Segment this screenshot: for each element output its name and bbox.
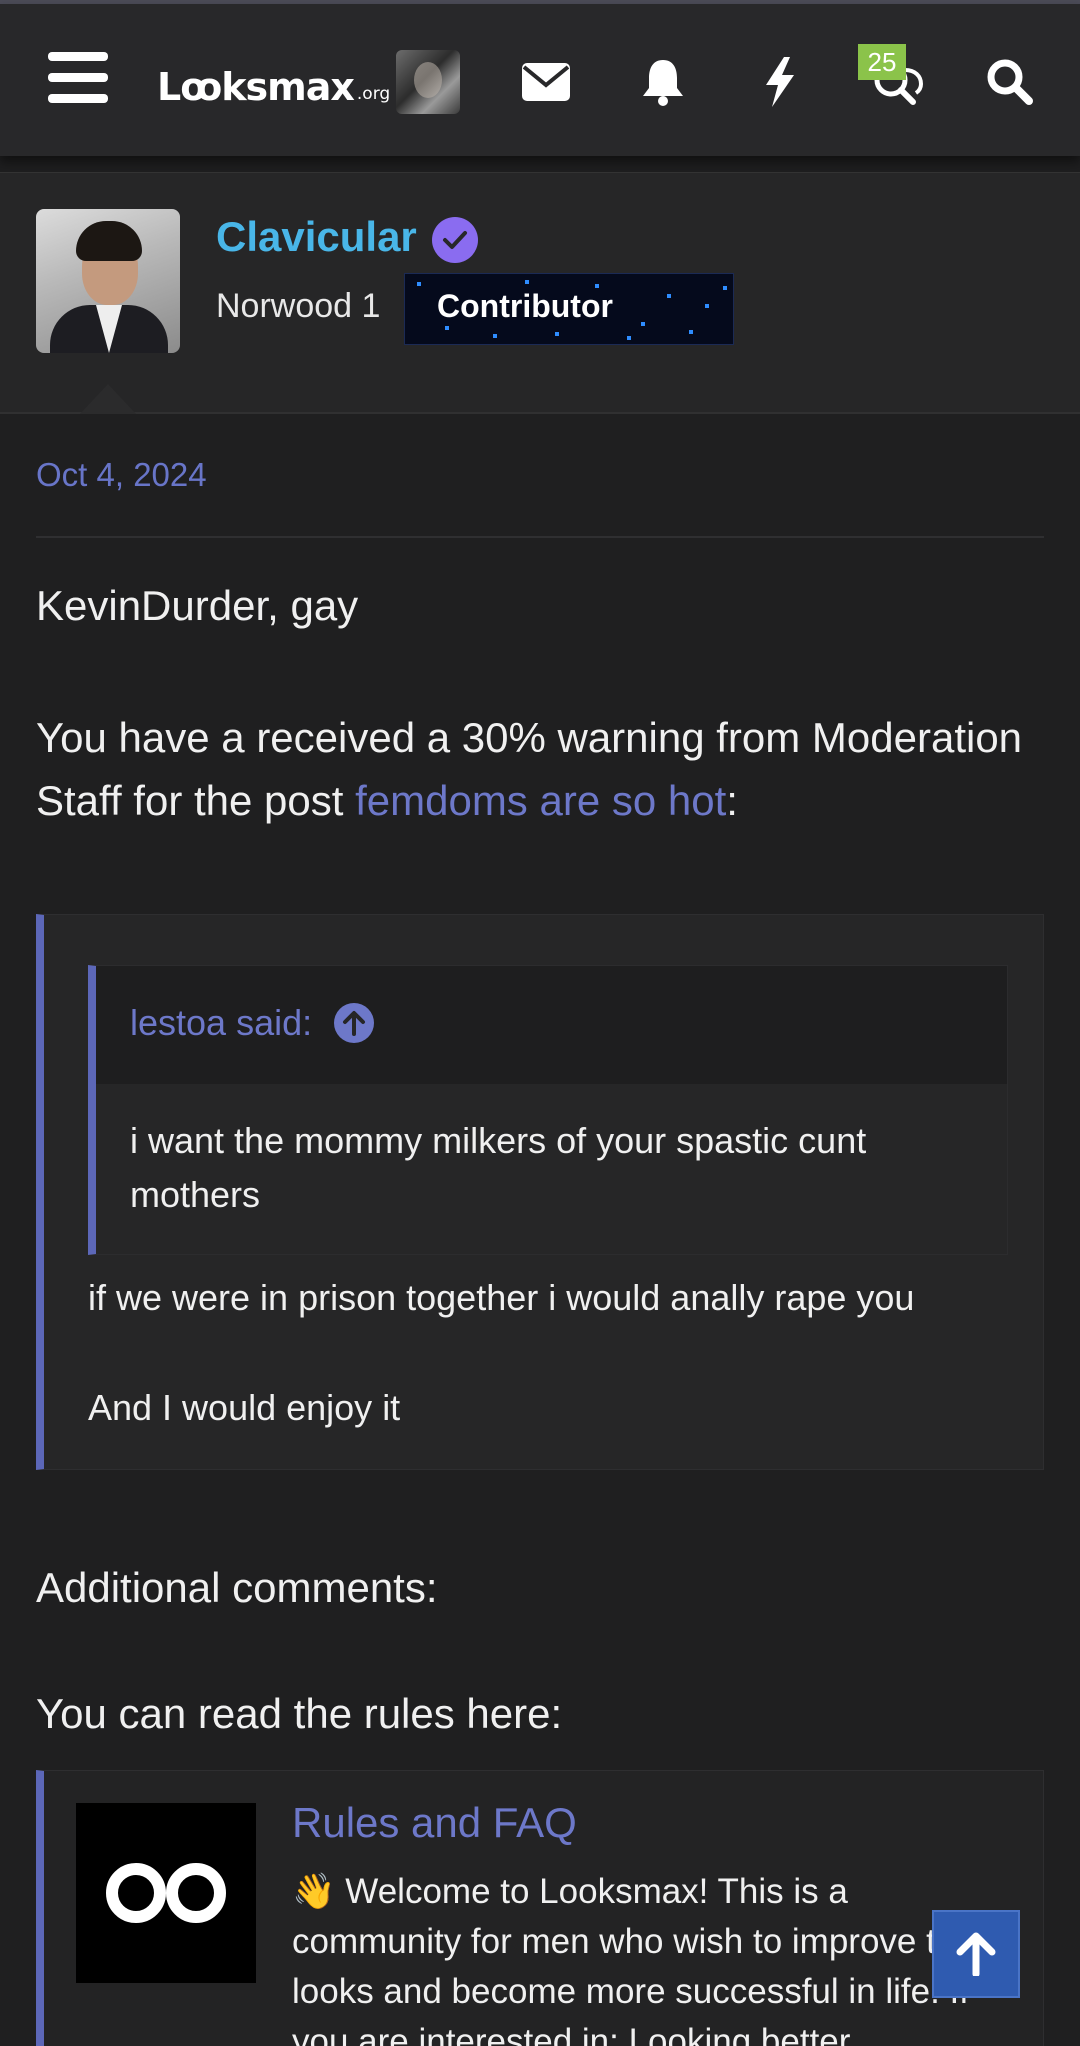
bell-icon[interactable] — [625, 44, 701, 120]
app-header: Lꝏksmax .org 25 — [0, 4, 1080, 156]
post-date[interactable]: Oct 4, 2024 — [36, 456, 207, 494]
alerts-count-badge: 25 — [858, 44, 906, 80]
nested-quote-author[interactable]: lestoa said: — [130, 1002, 375, 1044]
post-body: Oct 4, 2024 KevinDurder, gay You have a … — [0, 414, 1080, 2046]
additional-comments: Additional comments: — [36, 1564, 438, 1611]
verified-check-icon — [432, 217, 478, 263]
post-author-block: Clavicular Norwood 1 Contributor — [0, 172, 1080, 414]
post-divider — [36, 536, 1044, 538]
search-icon[interactable] — [972, 44, 1048, 120]
rules-embed-card[interactable]: Rules and FAQ 👋 Welcome to Looksmax! Thi… — [36, 1770, 1044, 2046]
rules-intro: You can read the rules here: — [36, 1690, 563, 1737]
quoted-post: lestoa said: i want the mommy milkers of… — [36, 914, 1044, 1470]
author-user-title: Norwood 1 — [216, 287, 381, 325]
post-line-1: KevinDurder, gay — [36, 582, 359, 629]
logo-text: Lꝏksmax — [157, 65, 355, 109]
warning-suffix: : — [726, 777, 738, 824]
quote-line-2: And I would enjoy it — [88, 1387, 401, 1428]
author-pointer — [78, 384, 138, 416]
nested-quote-author-label: lestoa said: — [130, 1002, 313, 1043]
looksmax-logo-icon[interactable] — [76, 1803, 256, 1983]
warned-post-link[interactable]: femdoms are so hot — [355, 777, 726, 824]
embed-title[interactable]: Rules and FAQ — [292, 1799, 577, 1847]
arrow-up-circle-icon[interactable] — [334, 1003, 375, 1043]
quote-line-1: if we were in prison together i would an… — [88, 1277, 915, 1318]
warning-paragraph: You have a received a 30% warning from M… — [36, 706, 1056, 832]
contributor-label: Contributor — [437, 288, 613, 324]
author-avatar[interactable] — [36, 209, 180, 353]
logo-suffix: .org — [356, 84, 391, 104]
author-name[interactable]: Clavicular — [216, 213, 417, 261]
contributor-banner: Contributor — [404, 273, 734, 345]
envelope-icon[interactable] — [508, 44, 584, 120]
embed-description: 👋 Welcome to Looksmax! This is a communi… — [292, 1872, 995, 2046]
scroll-to-top-button[interactable] — [932, 1910, 1020, 1998]
menu-icon[interactable] — [48, 52, 108, 104]
nested-quote-text: i want the mommy milkers of your spastic… — [130, 1120, 867, 1215]
site-logo[interactable]: Lꝏksmax .org — [157, 56, 390, 106]
nested-quote-header: lestoa said: — [96, 966, 1007, 1084]
nested-quote: lestoa said: i want the mommy milkers of… — [88, 965, 1008, 1255]
lightning-icon[interactable] — [742, 44, 818, 120]
user-avatar[interactable] — [396, 50, 460, 114]
